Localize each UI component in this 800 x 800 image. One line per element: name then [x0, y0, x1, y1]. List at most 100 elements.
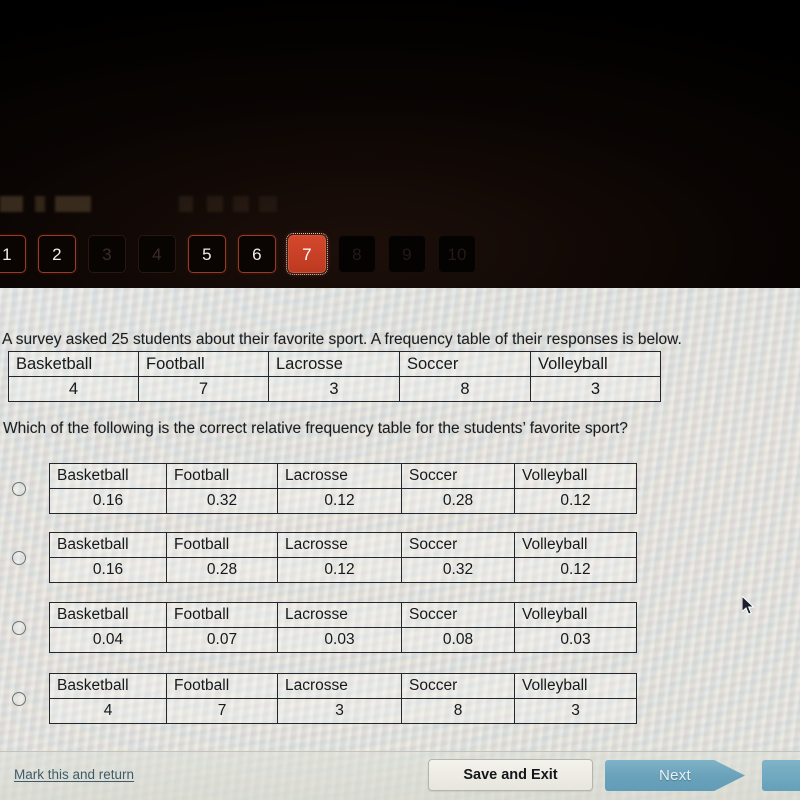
option-value-cell: 3 — [277, 698, 402, 724]
option-value-cell: 0.03 — [277, 627, 402, 653]
mark-this-and-return-link[interactable]: Mark this and return — [14, 767, 134, 782]
offscreen-edge-button[interactable] — [762, 760, 800, 791]
option-value-cell: 0.32 — [401, 557, 515, 583]
frequency-header-cell: Soccer — [399, 351, 531, 377]
pager-button-8[interactable]: 8 — [338, 235, 376, 273]
frequency-table-value-row: 4 7 3 8 3 — [8, 376, 661, 402]
option-header-cell: Lacrosse — [277, 602, 402, 628]
option-value-row: 0.04 0.07 0.03 0.08 0.03 — [49, 627, 637, 653]
radio-button-C[interactable] — [12, 620, 26, 635]
option-header-row: Basketball Football Lacrosse Soccer Volleyba… — [49, 532, 637, 558]
option-value-cell: 0.07 — [166, 627, 278, 653]
option-value-cell: 0.28 — [166, 557, 278, 583]
frequency-value-cell: 4 — [8, 376, 139, 402]
option-value-cell: 8 — [401, 698, 515, 724]
option-value-cell: 0.08 — [401, 627, 515, 653]
frequency-table-header-row: Basketball Football Lacrosse Soccer Voll… — [8, 351, 661, 377]
radio-button-D[interactable] — [12, 691, 26, 706]
option-value-cell: 4 — [49, 698, 167, 724]
frequency-value-cell: 3 — [530, 376, 661, 402]
pager-slot: 8 — [332, 232, 382, 276]
option-table-C[interactable]: Basketball Football Lacrosse Soccer Volleyba… — [49, 602, 637, 653]
pager-slot: 6 — [232, 232, 282, 276]
question-stem-line-2: Which of the following is the correct re… — [3, 420, 628, 437]
option-table-D[interactable]: Basketball Football Lacrosse Soccer Volleyba… — [49, 673, 637, 724]
option-header-cell: Football — [166, 602, 278, 628]
option-value-cell: 7 — [166, 698, 278, 724]
option-value-cell: 0.16 — [49, 557, 167, 583]
option-header-cell: Volleyball — [514, 673, 637, 699]
frequency-header-cell: Football — [138, 351, 269, 377]
option-header-cell: Basketball — [49, 532, 167, 558]
option-header-cell: Football — [166, 532, 278, 558]
option-value-cell: 0.32 — [166, 488, 278, 514]
option-header-row: Basketball Football Lacrosse Soccer Volleyba… — [49, 673, 637, 699]
next-button[interactable]: Next — [605, 760, 745, 791]
pager-button-6[interactable]: 6 — [238, 235, 276, 273]
pager-button-7[interactable]: 7 — [286, 233, 328, 275]
option-table-A[interactable]: Basketball Football Lacrosse Soccer Volleyba… — [49, 463, 637, 514]
option-value-cell: 0.12 — [277, 557, 402, 583]
pager-slot: 4 — [132, 232, 182, 276]
option-value-cell: 0.12 — [514, 557, 637, 583]
save-and-exit-button[interactable]: Save and Exit — [428, 759, 593, 791]
dark-screen-area: 1 2 3 4 5 6 7 8 9 10 — [0, 0, 800, 288]
screenshot-root: 1 2 3 4 5 6 7 8 9 10 A survey asked 25 students a… — [0, 0, 800, 800]
pager-slot: 5 — [182, 232, 232, 276]
pager-button-4[interactable]: 4 — [138, 235, 176, 273]
pager-button-2[interactable]: 2 — [38, 235, 76, 273]
option-header-cell: Volleyball — [514, 463, 637, 489]
frequency-value-cell: 3 — [268, 376, 400, 402]
option-header-row: Basketball Football Lacrosse Soccer Volleyba… — [49, 602, 637, 628]
option-header-cell: Lacrosse — [277, 532, 402, 558]
answer-option-B[interactable]: Basketball Football Lacrosse Soccer Volleyba… — [8, 532, 637, 583]
option-value-cell: 3 — [514, 698, 637, 724]
question-pager[interactable]: 1 2 3 4 5 6 7 8 9 10 — [0, 232, 482, 276]
option-value-cell: 0.16 — [49, 488, 167, 514]
option-header-cell: Basketball — [49, 463, 167, 489]
frequency-table: Basketball Football Lacrosse Soccer Voll… — [8, 351, 661, 402]
pager-slot: 3 — [82, 232, 132, 276]
answer-option-A[interactable]: Basketball Football Lacrosse Soccer Volleyba… — [8, 463, 637, 514]
pager-slot: 2 — [32, 232, 82, 276]
option-header-cell: Football — [166, 673, 278, 699]
option-value-cell: 0.28 — [401, 488, 515, 514]
frequency-header-cell: Lacrosse — [268, 351, 400, 377]
mouse-cursor-icon — [742, 596, 755, 615]
option-header-cell: Volleyball — [514, 532, 637, 558]
option-value-row: 47383 — [49, 698, 637, 724]
pager-button-10[interactable]: 10 — [438, 235, 476, 273]
pager-slot: 7 — [282, 232, 332, 276]
option-value-cell: 0.04 — [49, 627, 167, 653]
option-value-row: 0.16 0.32 0.12 0.28 0.12 — [49, 488, 637, 514]
option-value-cell: 0.12 — [277, 488, 402, 514]
pager-slot: 9 — [382, 232, 432, 276]
answer-option-D[interactable]: Basketball Football Lacrosse Soccer Volleyba… — [8, 673, 637, 724]
option-header-cell: Basketball — [49, 673, 167, 699]
answer-option-C[interactable]: Basketball Football Lacrosse Soccer Volleyba… — [8, 602, 637, 653]
pager-slot: 1 — [0, 232, 32, 276]
pager-button-1[interactable]: 1 — [0, 235, 26, 273]
option-value-cell: 0.12 — [514, 488, 637, 514]
frequency-value-cell: 8 — [399, 376, 531, 402]
option-table-B[interactable]: Basketball Football Lacrosse Soccer Volleyba… — [49, 532, 637, 583]
pager-button-5[interactable]: 5 — [188, 235, 226, 273]
option-header-cell: Soccer — [401, 463, 515, 489]
option-header-cell: Football — [166, 463, 278, 489]
frequency-header-cell: Basketball — [8, 351, 139, 377]
pager-button-9[interactable]: 9 — [388, 235, 426, 273]
frequency-value-cell: 7 — [138, 376, 269, 402]
radio-button-B[interactable] — [12, 550, 26, 565]
option-header-row: Basketball Football Lacrosse Soccer Volleyba… — [49, 463, 637, 489]
illegible-toolbar-text — [0, 196, 290, 212]
pager-slot: 10 — [432, 232, 482, 276]
option-header-cell: Soccer — [401, 673, 515, 699]
frequency-header-cell: Volleyball — [530, 351, 661, 377]
option-header-cell: Lacrosse — [277, 463, 402, 489]
question-stem-line-1: A survey asked 25 students about their f… — [2, 331, 682, 348]
option-header-cell: Volleyball — [514, 602, 637, 628]
option-header-cell: Basketball — [49, 602, 167, 628]
radio-button-A[interactable] — [12, 481, 26, 496]
pager-button-3[interactable]: 3 — [88, 235, 126, 273]
footer-bar: Mark this and return Save and Exit Next — [0, 751, 800, 800]
